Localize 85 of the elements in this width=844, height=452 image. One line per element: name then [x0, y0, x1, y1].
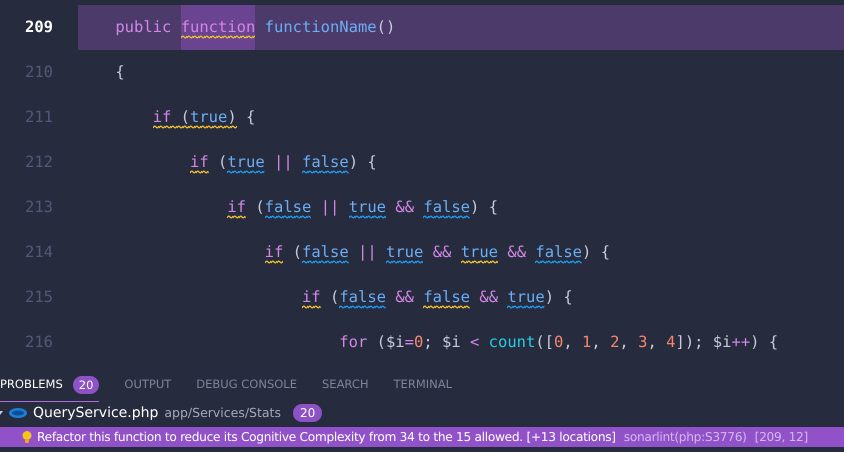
code-token: && [395, 286, 416, 308]
code-token: ]); $i [675, 332, 732, 353]
code-token: ( [255, 196, 265, 218]
code-token: { [115, 62, 125, 83]
code-token: if [227, 196, 246, 218]
code-token: , [563, 332, 573, 353]
code-token: || [320, 196, 340, 218]
code-token: ) [227, 106, 237, 128]
code-token: false [302, 242, 349, 263]
code-token: false [302, 152, 349, 173]
code-token: ++ [731, 332, 750, 353]
panel-tab[interactable]: PROBLEMS 20 [0, 368, 100, 402]
line-number: 213 [24, 196, 53, 218]
code-token: || [358, 242, 378, 263]
panel-tab[interactable]: OUTPUT [124, 368, 172, 402]
line-number: 215 [24, 286, 53, 308]
file-path: app/Services/Stats [164, 404, 281, 422]
problem-row[interactable]: Refactor this function to reduce its Cognitive Complexity from 34 to the 15 allowed. [+13 locations] sonarlint(php:S3776) [209, 12] [0, 427, 844, 447]
code-token: || [274, 152, 294, 173]
code-token: function [180, 16, 256, 38]
code-token: false [535, 242, 582, 263]
problem-source: sonarlint(php:S3776) [624, 428, 747, 446]
panel-tab[interactable]: SEARCH [322, 368, 369, 402]
code-token: true [348, 196, 386, 218]
code-token: 0 [414, 332, 424, 353]
code-token: if [302, 286, 321, 308]
code-token: () [376, 16, 396, 38]
code-token: false [264, 196, 312, 218]
code-token: functionName [264, 16, 377, 38]
code-token: true [507, 286, 545, 308]
code-token: && [395, 196, 416, 218]
code-token: ( [218, 152, 228, 173]
code-token: if [152, 106, 172, 128]
code-token: for [339, 332, 368, 353]
code-token: && [432, 242, 452, 263]
code-token: true [227, 152, 265, 173]
code-token: ($i [376, 332, 405, 353]
line-number: 214 [24, 242, 53, 263]
php-icon [9, 408, 27, 418]
code-token: && [507, 242, 528, 263]
code-token: , [619, 332, 629, 353]
code-token: < [470, 332, 480, 353]
code-token: ; $i [423, 332, 461, 353]
code-token: , [647, 332, 657, 353]
code-token: false [423, 196, 470, 218]
problem-position: [209, 12] [754, 428, 808, 446]
code-token: = [404, 332, 414, 353]
code-token: ) { [348, 152, 377, 173]
panel-tab[interactable]: DEBUG CONSOLE [196, 368, 297, 402]
code-token: if [190, 152, 209, 173]
code-token: ( [180, 106, 190, 128]
code-token: if [264, 242, 284, 263]
code-token: ([ [535, 332, 554, 353]
code-token: ( [292, 242, 302, 263]
code-token: ) { [582, 242, 610, 263]
code-token: true [460, 242, 498, 263]
code-token: false [423, 286, 470, 308]
code-token: public [115, 16, 172, 38]
code-token: false [339, 286, 386, 308]
line-number: 211 [24, 106, 53, 128]
line-number: 209 [24, 16, 53, 38]
line-number: 216 [24, 332, 53, 353]
code-token: 1 [582, 332, 592, 353]
code-token: ) { [470, 196, 498, 218]
code-token: true [190, 106, 228, 128]
code-token: 4 [666, 332, 676, 353]
lightbulb-icon [22, 430, 32, 444]
file-name: QueryService.php [33, 404, 158, 422]
code-token: 0 [554, 332, 564, 353]
line-number: 212 [24, 152, 53, 173]
code-token: count [488, 332, 536, 353]
code-token: ) { [750, 332, 778, 353]
panel-tab[interactable]: TERMINAL [394, 368, 452, 402]
code-token: 2 [610, 332, 620, 353]
code-token: true [386, 242, 424, 263]
code-token: , [591, 332, 601, 353]
count-badge: 20 [72, 376, 100, 394]
code-token: ) { [544, 286, 573, 308]
code-token: && [479, 286, 500, 308]
code-token: { [246, 106, 256, 128]
code-token: 3 [638, 332, 648, 353]
line-number: 210 [24, 62, 53, 83]
problem-message: Refactor this function to reduce its Cognitive Complexity from 34 to the 15 allowed. [+13 locations] [37, 428, 616, 446]
code-token: ( [330, 286, 340, 308]
count-badge: 20 [292, 404, 322, 422]
